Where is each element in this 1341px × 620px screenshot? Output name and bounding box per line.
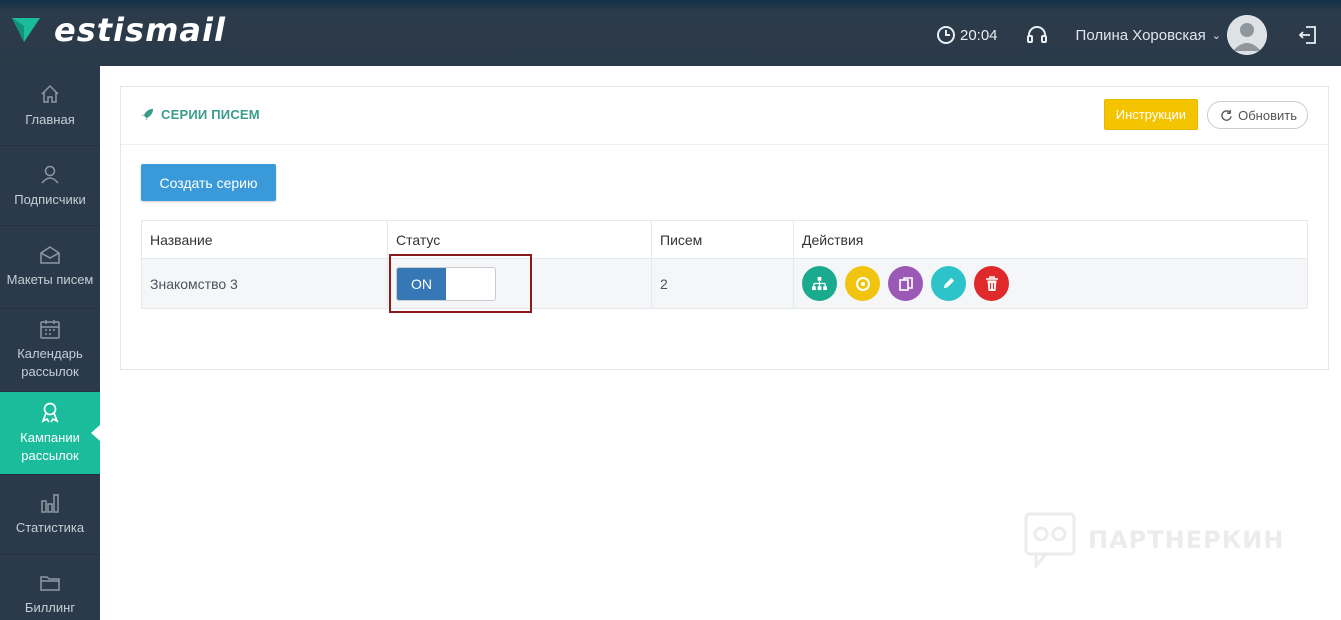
target-icon xyxy=(855,276,870,291)
copy-button[interactable] xyxy=(888,266,923,301)
time-text: 20:04 xyxy=(959,26,998,44)
sidebar-item-label: Главная xyxy=(25,111,75,127)
folder-icon xyxy=(40,575,60,591)
app-name: estismail xyxy=(54,11,226,49)
delete-button[interactable] xyxy=(974,266,1009,301)
actions-cell xyxy=(793,258,1308,309)
sidebar-item-home[interactable]: Главная xyxy=(0,66,100,146)
refresh-icon xyxy=(1221,109,1232,121)
users-icon xyxy=(41,165,59,183)
user-menu[interactable]: Полина Хоровская ⌄ xyxy=(1076,15,1267,55)
calendar-icon xyxy=(40,320,60,339)
watermark-logo-icon xyxy=(1024,512,1076,568)
series-name[interactable]: Знакомство 3 xyxy=(141,258,388,309)
series-table: Название Статус Писем Действия Знакомств… xyxy=(141,220,1308,313)
pencil-icon xyxy=(943,277,955,289)
sidebar-item-subscribers[interactable]: Подписчики xyxy=(0,146,100,226)
sidebar-item-label: Календарь рассылок xyxy=(17,346,83,379)
watermark-text: ПАРТНЕРКИН xyxy=(1088,526,1285,554)
panel-title: СЕРИИ ПИСЕМ xyxy=(141,107,260,122)
chevron-down-icon: ⌄ xyxy=(1211,29,1221,42)
sidebar-item-statistics[interactable]: Статистика xyxy=(0,475,100,555)
toggle-knob xyxy=(446,267,495,300)
support-button[interactable] xyxy=(1026,25,1048,45)
sidebar-item-templates[interactable]: Макеты писем xyxy=(0,226,100,309)
logo[interactable]: estismail xyxy=(10,14,226,46)
sidebar-item-label: Статистика xyxy=(15,519,85,535)
sidebar: Главная Подписчики Макеты писем Календар… xyxy=(0,66,100,620)
trash-icon xyxy=(985,275,998,291)
sidebar-item-label: Биллинг xyxy=(24,599,76,615)
watermark: ПАРТНЕРКИН xyxy=(1024,512,1284,568)
badge-icon xyxy=(41,402,59,423)
sidebar-item-campaigns[interactable]: Кампании рассылок xyxy=(0,392,100,475)
user-avatar-icon xyxy=(1227,15,1267,55)
logout-button[interactable] xyxy=(1297,24,1319,46)
series-panel: СЕРИИ ПИСЕМ Инструкции Обновить Создать … xyxy=(120,86,1329,370)
user-name: Полина Хоровская xyxy=(1075,26,1206,44)
clock: 20:04 xyxy=(936,25,998,45)
home-icon xyxy=(41,84,59,103)
logout-icon xyxy=(1298,26,1316,44)
sidebar-item-billing[interactable]: Биллинг xyxy=(0,555,100,620)
refresh-button[interactable]: Обновить xyxy=(1207,101,1308,129)
create-series-button[interactable]: Создать серию xyxy=(141,164,276,201)
letters-count: 2 xyxy=(651,258,794,309)
envelope-icon xyxy=(40,246,60,264)
headset-icon xyxy=(1026,26,1047,43)
status-cell: ON xyxy=(387,254,652,313)
bar-chart-icon xyxy=(41,493,59,513)
panel-header: СЕРИИ ПИСЕМ Инструкции Обновить xyxy=(121,87,1328,145)
table-row: Знакомство 3 ON 2 xyxy=(141,254,1308,313)
column-header-letters[interactable]: Писем xyxy=(651,220,794,259)
logo-icon xyxy=(12,18,40,42)
copy-icon xyxy=(898,276,913,291)
clock-icon xyxy=(936,26,955,44)
sidebar-item-label: Кампании рассылок xyxy=(20,430,80,463)
edit-button[interactable] xyxy=(931,266,966,301)
structure-button[interactable] xyxy=(802,266,837,301)
sidebar-item-label: Макеты писем xyxy=(6,272,94,287)
panel-title-text: СЕРИИ ПИСЕМ xyxy=(161,107,260,122)
sidebar-item-label: Подписчики xyxy=(14,191,86,207)
column-header-status[interactable]: Статус xyxy=(387,220,652,259)
column-header-name[interactable]: Название xyxy=(141,220,388,259)
status-toggle[interactable]: ON xyxy=(396,266,496,301)
toggle-on-label: ON xyxy=(397,267,446,300)
avatar[interactable] xyxy=(1227,15,1267,55)
top-bar: estismail 20:04 Полина Хоровская ⌄ xyxy=(0,0,1341,66)
column-header-actions: Действия xyxy=(793,220,1308,259)
instructions-button[interactable]: Инструкции xyxy=(1103,99,1198,130)
sidebar-item-calendar[interactable]: Календарь рассылок xyxy=(0,309,100,392)
rocket-icon xyxy=(141,108,154,121)
target-button[interactable] xyxy=(845,266,880,301)
sitemap-icon xyxy=(812,276,827,291)
refresh-label: Обновить xyxy=(1238,107,1297,123)
